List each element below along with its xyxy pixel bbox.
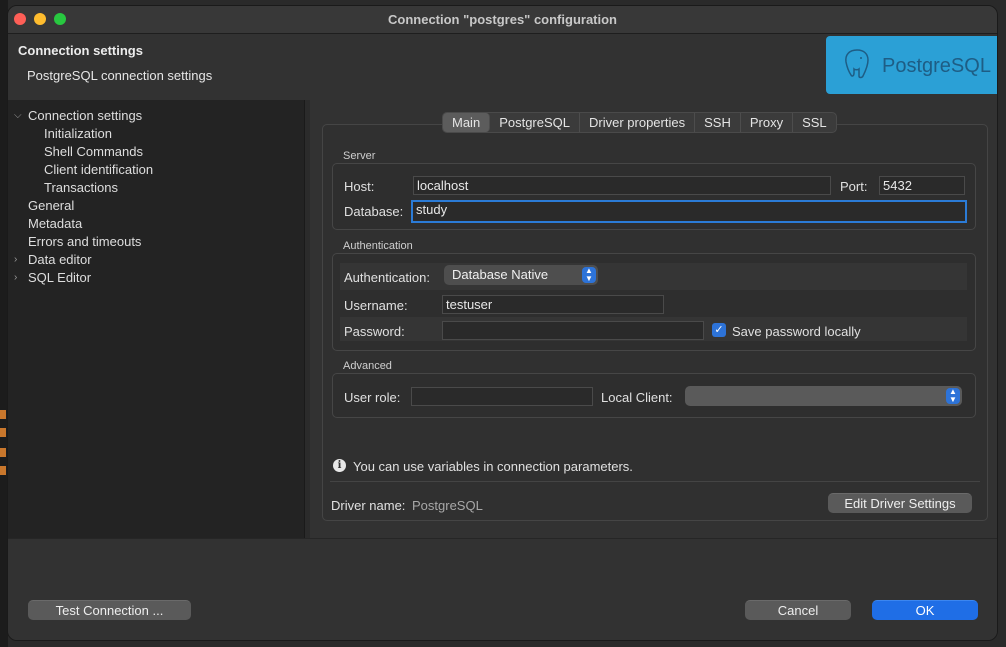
elephant-icon xyxy=(845,49,869,79)
background-marker xyxy=(0,466,6,475)
driver-name-label: Driver name: xyxy=(331,498,406,513)
driver-name-value: PostgreSQL xyxy=(412,498,483,513)
tree-item-data-editor[interactable]: › Data editor xyxy=(14,251,92,269)
ok-button[interactable]: OK xyxy=(872,600,978,620)
tab-ssh[interactable]: SSH xyxy=(695,113,741,132)
tree-item-shell-commands[interactable]: Shell Commands xyxy=(44,143,143,161)
separator xyxy=(330,481,980,482)
password-label: Password: xyxy=(344,324,405,339)
tree-item-label: Connection settings xyxy=(28,108,143,123)
info-icon: i xyxy=(333,459,346,472)
authentication-select[interactable]: Database Native ▲ ▼ xyxy=(444,265,598,285)
tree-item-label: Shell Commands xyxy=(44,144,143,159)
server-group-label: Server xyxy=(343,150,376,162)
title-bar: Connection "postgres" configuration xyxy=(8,6,997,34)
postgresql-logo: PostgreSQL xyxy=(826,36,997,94)
host-input[interactable]: localhost xyxy=(413,176,831,195)
tree-item-label: Metadata xyxy=(28,216,83,231)
tree-item-label: Transactions xyxy=(44,180,118,195)
database-input[interactable]: study xyxy=(411,200,967,223)
test-connection-button[interactable]: Test Connection ... xyxy=(28,600,191,620)
password-input[interactable] xyxy=(442,321,704,340)
local-client-select[interactable]: ▲ ▼ xyxy=(685,386,962,406)
chevron-right-icon[interactable]: › xyxy=(14,269,24,287)
edit-driver-settings-button[interactable]: Edit Driver Settings xyxy=(828,493,972,513)
background-marker xyxy=(0,410,6,419)
local-client-label: Local Client: xyxy=(601,390,673,405)
user-role-label: User role: xyxy=(344,390,401,405)
tree-item-label: Errors and timeouts xyxy=(28,234,142,249)
advanced-group-label: Advanced xyxy=(343,360,392,372)
username-label: Username: xyxy=(344,298,408,313)
tree-item-transactions[interactable]: Transactions xyxy=(44,179,118,197)
dialog-footer: Test Connection ... Cancel OK xyxy=(8,538,997,640)
cancel-button[interactable]: Cancel xyxy=(745,600,851,620)
database-label: Database: xyxy=(344,204,404,219)
user-role-input[interactable] xyxy=(411,387,593,406)
tree-item-label: Data editor xyxy=(28,252,92,267)
tab-ssl[interactable]: SSL xyxy=(793,113,836,132)
connection-config-dialog: Connection "postgres" configuration Conn… xyxy=(7,5,998,641)
tab-postgresql[interactable]: PostgreSQL xyxy=(490,113,581,132)
auth-row-background xyxy=(340,263,967,290)
tree-item-metadata[interactable]: Metadata xyxy=(28,215,82,233)
chevron-down-icon[interactable]: ⌵ xyxy=(14,107,24,125)
chevron-right-icon[interactable]: › xyxy=(14,251,24,269)
settings-tree: ⌵ Connection settings Initialization She… xyxy=(8,100,305,538)
tree-item-connection-settings[interactable]: ⌵ Connection settings xyxy=(14,107,143,125)
tab-driver-properties[interactable]: Driver properties xyxy=(580,113,696,132)
tree-item-client-identification[interactable]: Client identification xyxy=(44,161,153,179)
background-marker xyxy=(0,448,6,457)
info-text: You can use variables in connection para… xyxy=(353,459,633,474)
tab-proxy[interactable]: Proxy xyxy=(741,113,794,132)
save-password-label: Save password locally xyxy=(732,324,861,339)
window-title: Connection "postgres" configuration xyxy=(388,12,617,27)
tree-item-general[interactable]: General xyxy=(28,197,74,215)
tree-item-sql-editor[interactable]: › SQL Editor xyxy=(14,269,92,287)
dialog-header: Connection settings PostgreSQL connectio… xyxy=(8,34,997,100)
authentication-select-value: Database Native xyxy=(452,267,549,282)
logo-text: PostgreSQL xyxy=(882,55,991,77)
header-subtitle: PostgreSQL connection settings xyxy=(27,68,213,83)
username-input[interactable]: testuser xyxy=(442,295,664,314)
tree-item-label: Initialization xyxy=(44,126,112,141)
port-label: Port: xyxy=(840,179,868,194)
authentication-group-label: Authentication xyxy=(343,240,413,252)
tree-item-initialization[interactable]: Initialization xyxy=(44,125,112,143)
tree-item-errors-and-timeouts[interactable]: Errors and timeouts xyxy=(28,233,141,251)
save-password-checkbox[interactable]: ✓ xyxy=(712,323,726,337)
tab-bar: Main PostgreSQL Driver properties SSH Pr… xyxy=(442,112,837,133)
tree-item-label: General xyxy=(28,198,75,213)
port-input[interactable]: 5432 xyxy=(879,176,965,195)
authentication-label: Authentication: xyxy=(344,270,431,285)
header-title: Connection settings xyxy=(18,43,143,58)
tab-main[interactable]: Main xyxy=(443,113,491,132)
main-content: Main PostgreSQL Driver properties SSH Pr… xyxy=(310,100,997,538)
updown-arrows-icon: ▲ ▼ xyxy=(946,388,960,404)
host-label: Host: xyxy=(344,179,375,194)
updown-arrows-icon: ▲ ▼ xyxy=(582,267,596,283)
tree-item-label: Client identification xyxy=(44,162,154,177)
tree-item-label: SQL Editor xyxy=(28,270,92,285)
background-marker xyxy=(0,428,6,437)
